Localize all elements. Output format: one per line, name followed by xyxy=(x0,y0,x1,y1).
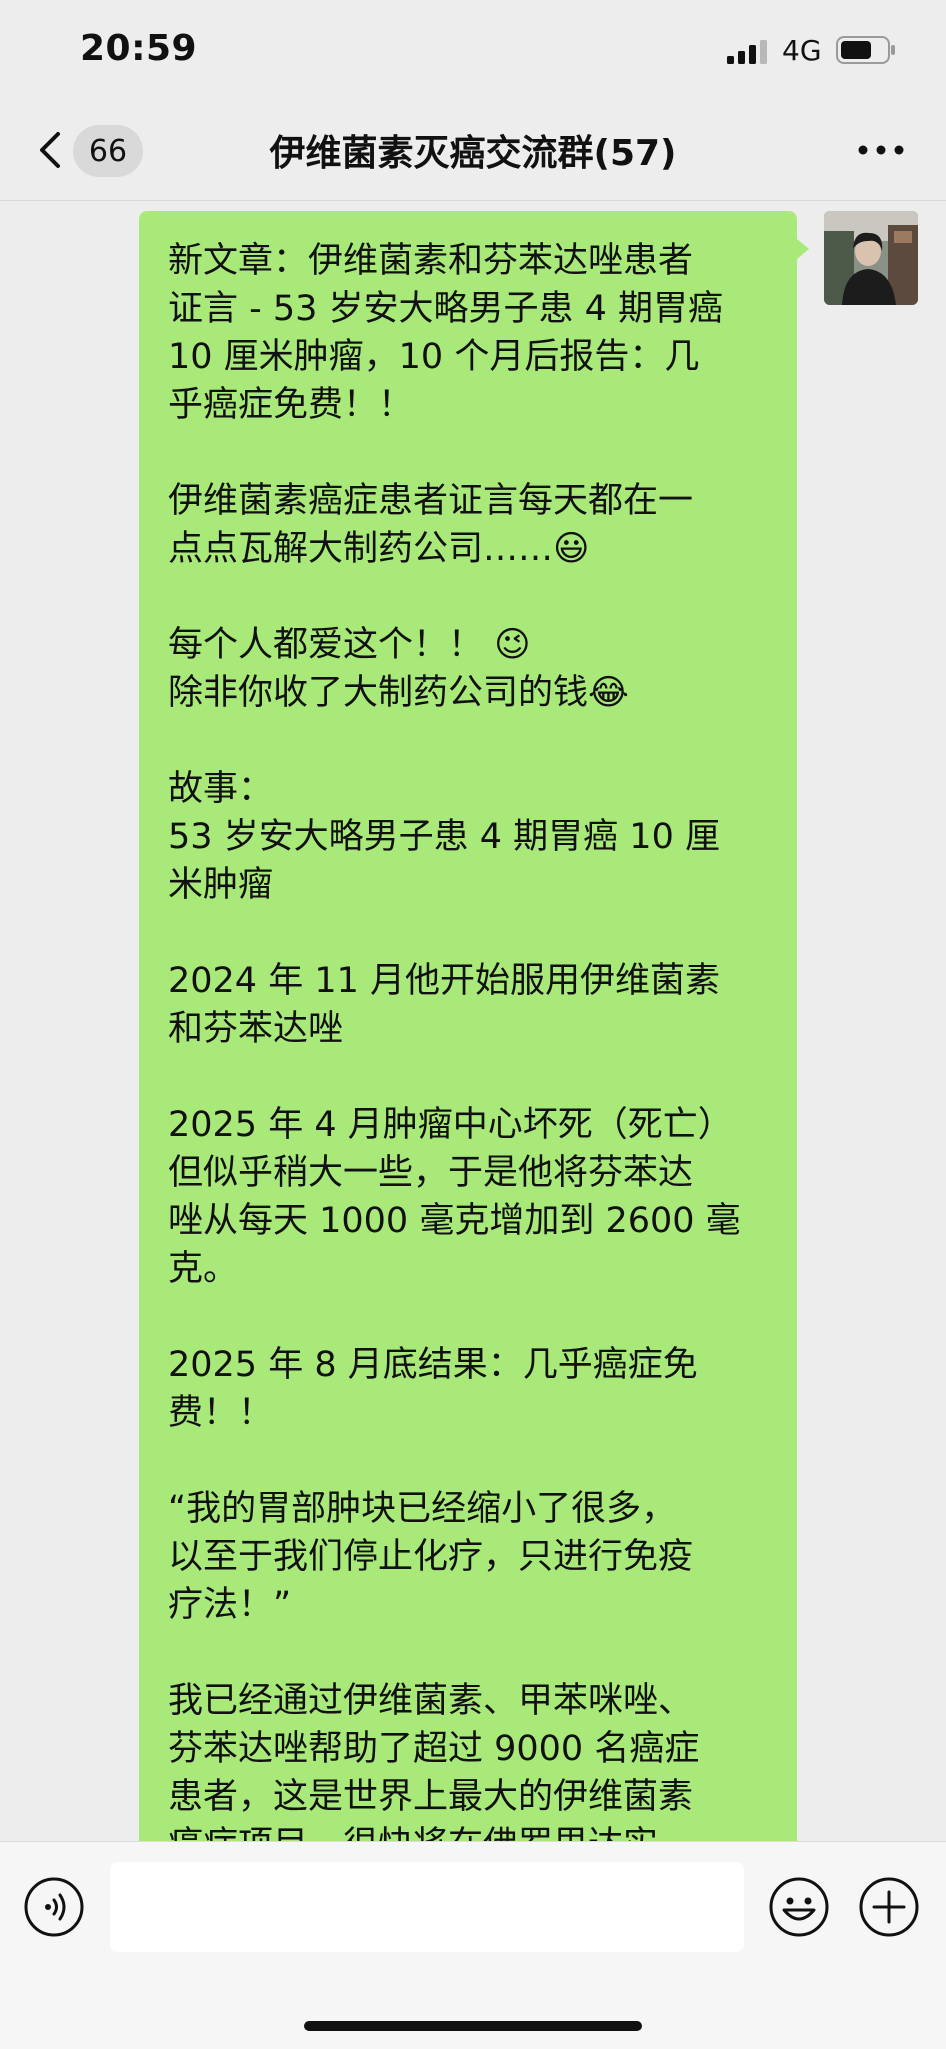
message-line: 克。 xyxy=(168,1249,239,1289)
message-line: 2024 年 11 月他开始服用伊维菌素 xyxy=(168,961,720,1001)
message-bubble[interactable]: 新文章：伊维菌素和芬苯达唑患者 证言 - 53 岁安大略男子患 4 期胃癌 10… xyxy=(139,211,797,1841)
message-line: 2025 年 4 月肿瘤中心坏死（死亡） xyxy=(168,1105,733,1145)
message-line: 53 岁安大略男子患 4 期胃癌 10 厘 xyxy=(168,817,720,857)
message-line: 费！！ xyxy=(168,1393,274,1433)
message-line: 芬苯达唑帮助了超过 9000 名癌症 xyxy=(168,1729,700,1769)
message-line: 点点瓦解大制药公司……😃 xyxy=(168,529,590,569)
message-line: 乎癌症免费！！ xyxy=(168,385,414,425)
message-line: 癌症项目。很快将在佛罗里达实... xyxy=(168,1825,691,1841)
message-line: 除非你收了大制药公司的钱😂 xyxy=(168,673,629,713)
message-line: 我已经通过伊维菌素、甲苯咪唑、 xyxy=(168,1681,694,1721)
emoji-icon[interactable] xyxy=(768,1876,830,1938)
chat-header: 66 伊维菌素灭癌交流群(57) xyxy=(0,100,946,201)
message-line: 米肿瘤 xyxy=(168,865,274,905)
avatar[interactable] xyxy=(824,211,918,305)
avatar-image xyxy=(824,211,918,305)
home-indicator xyxy=(304,2021,642,2031)
signal-icon xyxy=(727,40,767,64)
message-line: 以至于我们停止化疗，只进行免疫 xyxy=(168,1537,694,1577)
back-icon[interactable] xyxy=(32,126,72,174)
status-bar: 20:59 4G xyxy=(0,0,946,100)
message-line: 证言 - 53 岁安大略男子患 4 期胃癌 xyxy=(168,289,724,329)
plus-icon[interactable] xyxy=(858,1876,920,1938)
message-input[interactable] xyxy=(110,1862,744,1952)
bubble-tail xyxy=(797,239,809,259)
message-line: 10 厘米肿瘤，10 个月后报告：几 xyxy=(168,337,700,377)
battery-icon xyxy=(836,36,895,64)
chat-message-list[interactable]: 新文章：伊维菌素和芬苯达唑患者 证言 - 53 岁安大略男子患 4 期胃癌 10… xyxy=(0,201,946,1841)
message-line: 但似乎稍大一些，于是他将芬苯达 xyxy=(168,1153,694,1193)
message-line: 新文章：伊维菌素和芬苯达唑患者 xyxy=(168,241,694,281)
message-line: 和芬苯达唑 xyxy=(168,1009,344,1049)
message-line: 故事： xyxy=(168,769,274,809)
voice-icon[interactable] xyxy=(23,1876,85,1938)
message-input-bar xyxy=(0,1841,946,2049)
chat-title: 伊维菌素灭癌交流群(57) xyxy=(269,133,677,174)
more-icon[interactable] xyxy=(855,136,907,164)
message-line: 疗法！” xyxy=(168,1585,292,1625)
message-line: 患者，这是世界上最大的伊维菌素 xyxy=(168,1777,694,1817)
unread-count-badge[interactable]: 66 xyxy=(73,125,143,177)
message-line: 2025 年 8 月底结果：几乎癌症免 xyxy=(168,1345,698,1385)
message-line: 每个人都爱这个！！ 😉 xyxy=(168,625,531,665)
message-text: 新文章：伊维菌素和芬苯达唑患者 证言 - 53 岁安大略男子患 4 期胃癌 10… xyxy=(168,237,767,1841)
status-time: 20:59 xyxy=(80,28,198,69)
network-label: 4G xyxy=(782,34,822,67)
message-line: “我的胃部肿块已经缩小了很多， xyxy=(168,1489,677,1529)
message-line: 伊维菌素癌症患者证言每天都在一 xyxy=(168,481,694,521)
message-line: 唑从每天 1000 毫克增加到 2600 毫 xyxy=(168,1201,741,1241)
